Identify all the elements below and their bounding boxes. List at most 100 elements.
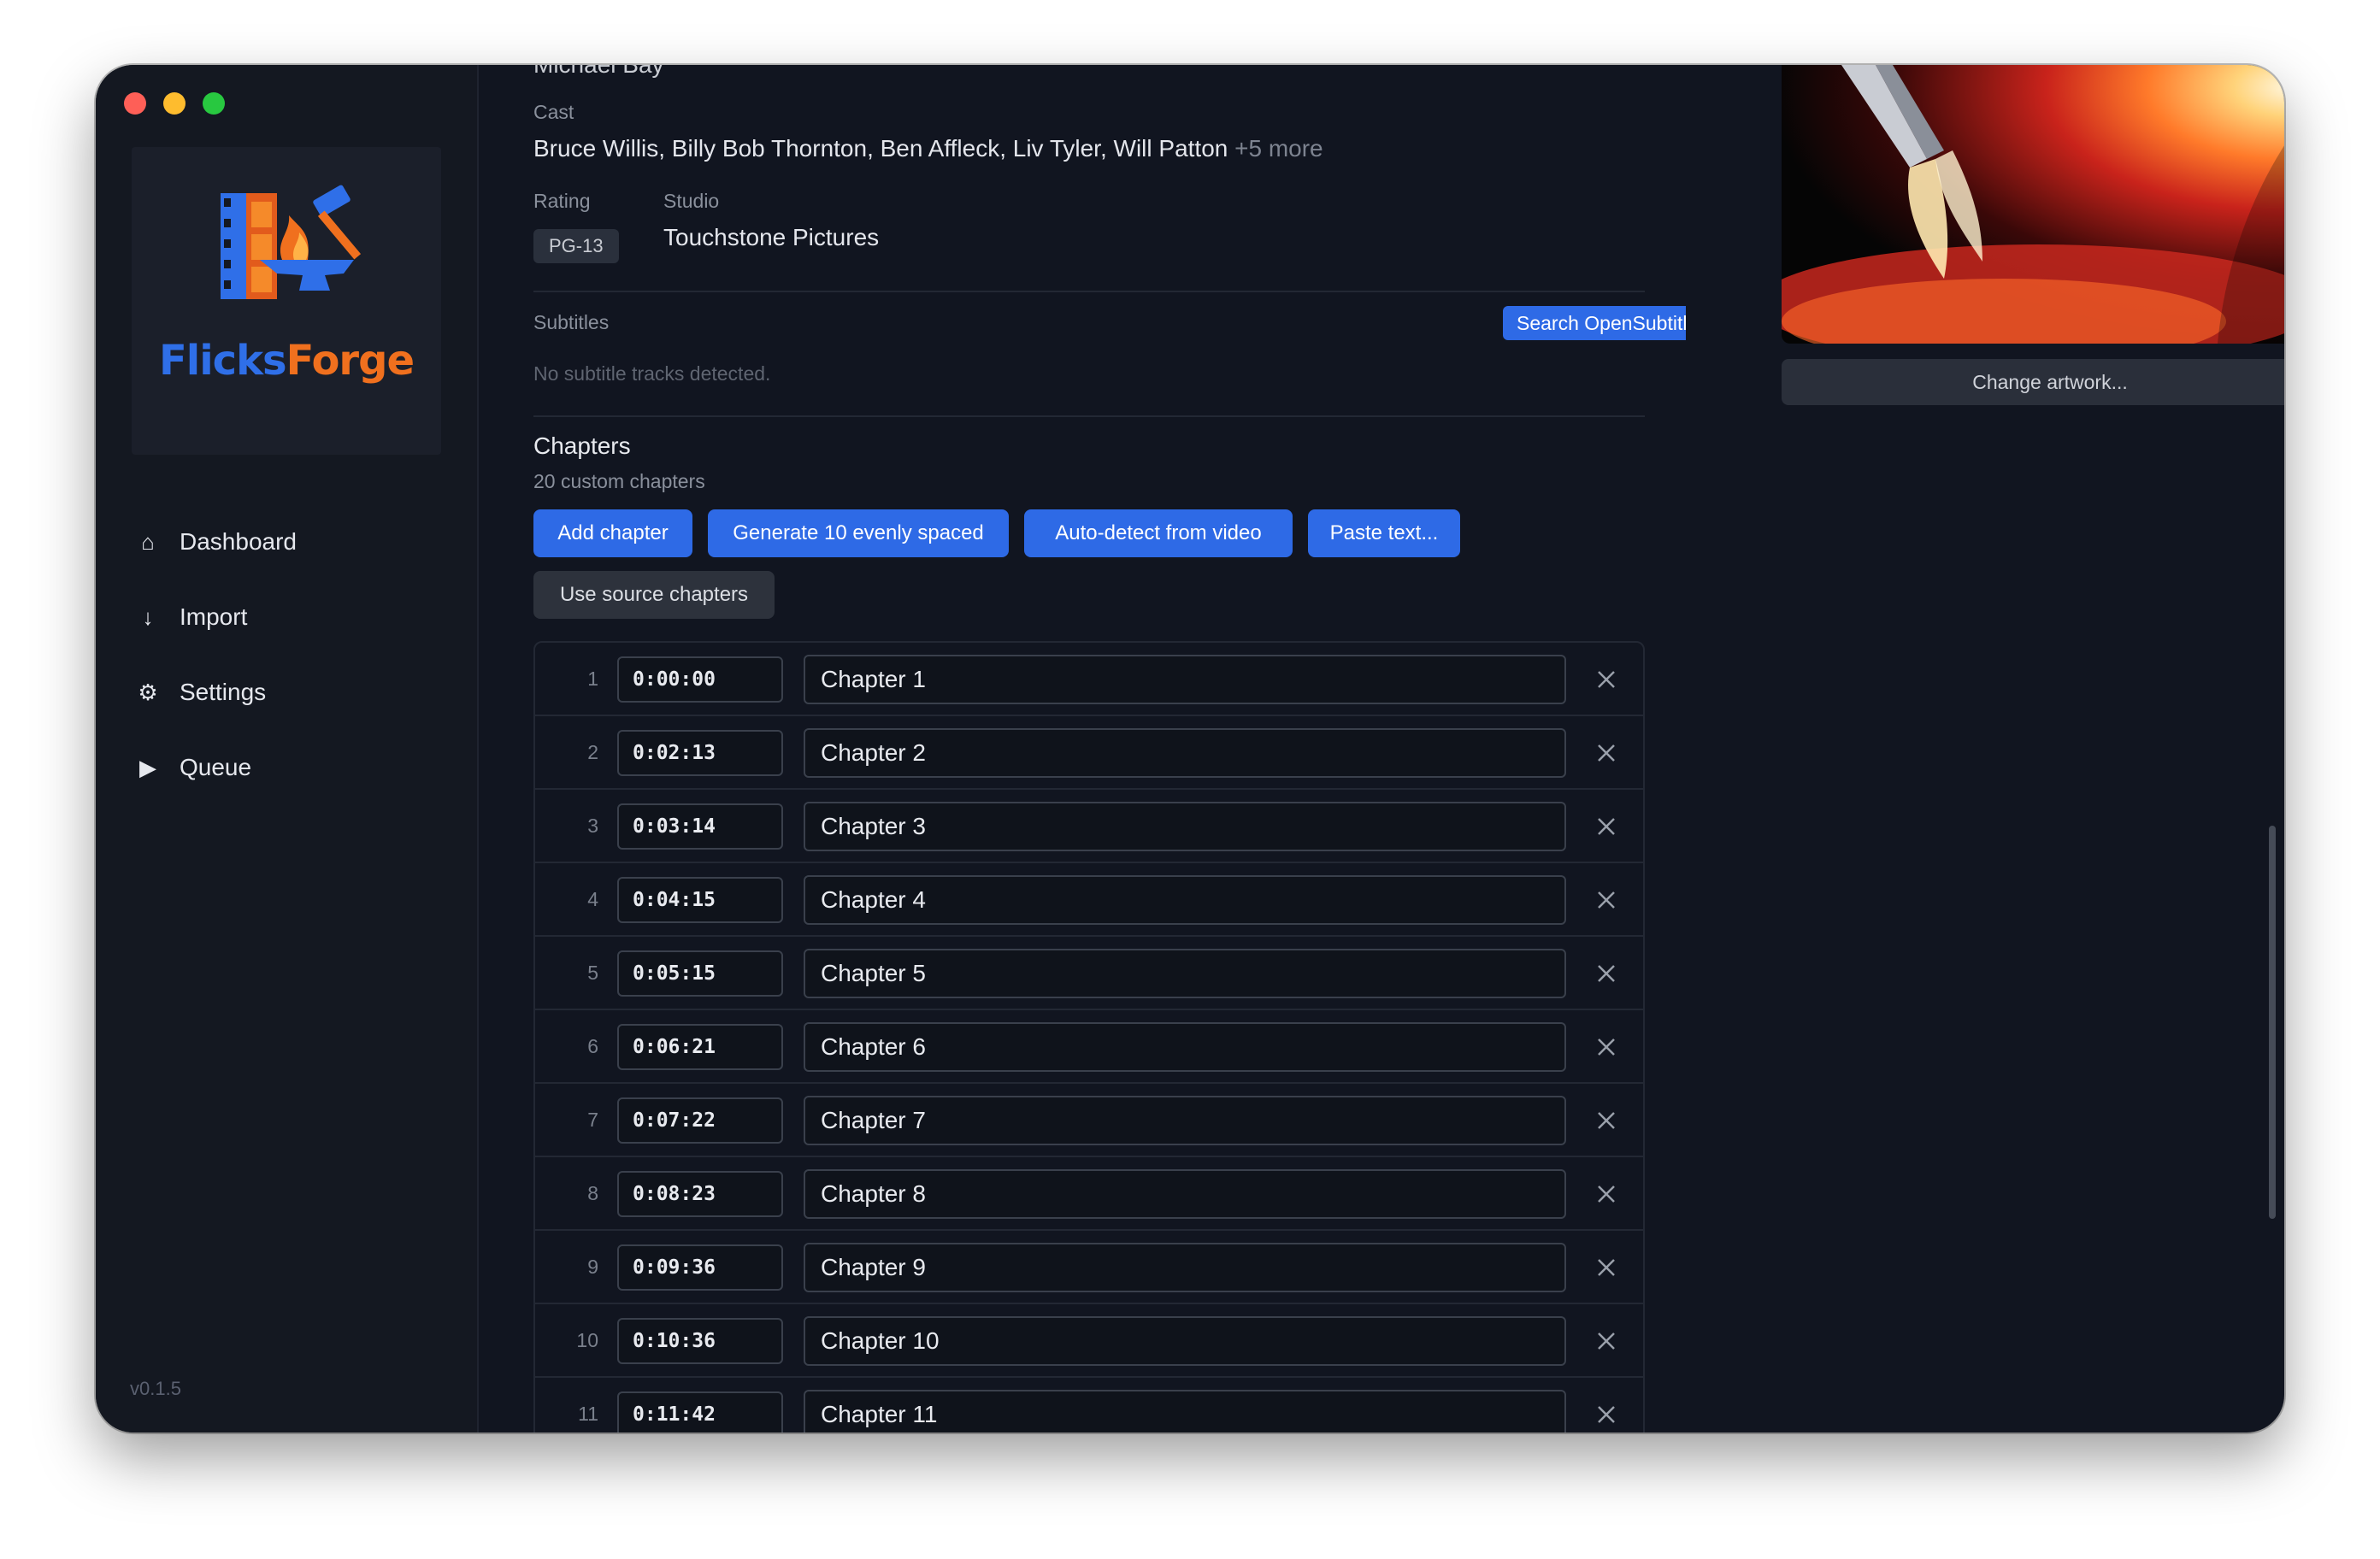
studio-value: Touchstone Pictures: [663, 224, 880, 250]
chapter-title-input[interactable]: Chapter 7: [804, 1096, 1566, 1145]
sidebar-item-settings[interactable]: ⚙ Settings: [135, 667, 266, 718]
chapter-list: 1 0:00:00 Chapter 1 2 0:02:13 Chapter 2 3 0:03:…: [533, 641, 1645, 1433]
chapter-title-input[interactable]: Chapter 10: [804, 1316, 1566, 1366]
close-icon[interactable]: [1592, 812, 1621, 841]
chapter-number: 2: [587, 741, 598, 763]
chapter-number: 4: [587, 888, 598, 910]
chapter-title-input[interactable]: Chapter 8: [804, 1169, 1566, 1219]
chapter-time-input[interactable]: 0:09:36: [617, 1244, 783, 1291]
chapter-title-input[interactable]: Chapter 9: [804, 1243, 1566, 1292]
close-icon[interactable]: [1592, 1253, 1621, 1282]
logo-text-flicks: Flicks: [158, 337, 287, 385]
logo-text-forge: Forge: [286, 337, 415, 385]
close-icon[interactable]: [1592, 738, 1621, 768]
chapter-row: 1 0:00:00 Chapter 1: [535, 643, 1643, 716]
home-icon: ⌂: [141, 528, 155, 555]
chapter-title-input[interactable]: Chapter 1: [804, 655, 1566, 704]
chapter-time-input[interactable]: 0:04:15: [617, 877, 783, 923]
zoom-window-button[interactable]: [203, 92, 225, 115]
chapter-number: 10: [576, 1329, 598, 1351]
cast-list: Bruce Willis, Billy Bob Thornton, Ben Af…: [533, 135, 1228, 162]
sidebar-item-dashboard[interactable]: ⌂ Dashboard: [135, 516, 297, 568]
close-window-button[interactable]: [124, 92, 146, 115]
sidebar: FlicksForge ⌂ Dashboard ↓ Import ⚙ Setti…: [96, 65, 479, 1433]
sidebar-item-label: Queue: [180, 754, 252, 780]
chapter-title-input[interactable]: Chapter 3: [804, 802, 1566, 851]
chapter-row: 11 0:11:42 Chapter 11: [535, 1378, 1643, 1433]
chapter-title-input[interactable]: Chapter 6: [804, 1022, 1566, 1072]
close-icon[interactable]: [1592, 665, 1621, 694]
rating-label: Rating: [533, 190, 591, 212]
main-content: Michael Bay Cast Bruce Willis, Billy Bob…: [479, 65, 1686, 1433]
sidebar-item-label: Import: [180, 603, 248, 630]
chapters-subtitle: 20 custom chapters: [533, 470, 705, 492]
chapter-time-input[interactable]: 0:07:22: [617, 1097, 783, 1144]
chapter-title-input[interactable]: Chapter 4: [804, 875, 1566, 925]
chapter-time-input[interactable]: 0:10:36: [617, 1318, 783, 1364]
close-icon[interactable]: [1592, 1400, 1621, 1429]
chapter-title-input[interactable]: Chapter 11: [804, 1390, 1566, 1433]
close-icon[interactable]: [1592, 1180, 1621, 1209]
use-source-chapters-button[interactable]: Use source chapters: [533, 571, 775, 619]
chapter-row: 6 0:06:21 Chapter 6: [535, 1010, 1643, 1084]
forge-logo-icon: [221, 185, 362, 299]
rocket-artwork-icon: [1782, 65, 2284, 344]
chapter-time-input[interactable]: 0:02:13: [617, 730, 783, 776]
sidebar-item-queue[interactable]: ▶ Queue: [135, 742, 251, 793]
chapter-time-input[interactable]: 0:06:21: [617, 1024, 783, 1070]
chapter-number: 1: [587, 668, 598, 690]
chapter-row: 3 0:03:14 Chapter 3: [535, 790, 1643, 863]
close-icon[interactable]: [1592, 885, 1621, 915]
cast-more-link[interactable]: +5 more: [1234, 135, 1323, 162]
divider: [533, 415, 1645, 417]
chapter-time-input[interactable]: 0:11:42: [617, 1391, 783, 1433]
generate-evenly-spaced-button[interactable]: Generate 10 evenly spaced: [708, 509, 1009, 557]
app-version: v0.1.5: [130, 1378, 181, 1399]
sidebar-item-label: Dashboard: [180, 528, 297, 555]
chapter-number: 9: [587, 1256, 598, 1278]
close-icon[interactable]: [1592, 1327, 1621, 1356]
chapter-number: 7: [587, 1109, 598, 1131]
rating-badge: PG-13: [533, 229, 619, 263]
chapter-row: 2 0:02:13 Chapter 2: [535, 716, 1643, 790]
chapter-number: 11: [578, 1403, 598, 1425]
sidebar-item-import[interactable]: ↓ Import: [135, 591, 248, 643]
chapter-number: 8: [587, 1182, 598, 1204]
close-icon[interactable]: [1592, 959, 1621, 988]
chapter-time-input[interactable]: 0:08:23: [617, 1171, 783, 1217]
cast-label: Cast: [533, 101, 574, 123]
chapter-time-input[interactable]: 0:05:15: [617, 950, 783, 997]
subtitles-label: Subtitles: [533, 311, 610, 333]
close-icon[interactable]: [1592, 1032, 1621, 1062]
arrow-down-icon: ↓: [142, 603, 154, 630]
chapter-row: 10 0:10:36 Chapter 10: [535, 1304, 1643, 1378]
chapter-row: 8 0:08:23 Chapter 8: [535, 1157, 1643, 1231]
subtitles-empty-message: No subtitle tracks detected.: [533, 362, 771, 385]
chapter-row: 9 0:09:36 Chapter 9: [535, 1231, 1643, 1304]
chapter-title-input[interactable]: Chapter 5: [804, 949, 1566, 998]
artwork-panel: Change artwork...: [1686, 65, 2284, 1433]
divider: [533, 291, 1645, 292]
change-artwork-button[interactable]: Change artwork...: [1782, 359, 2284, 405]
auto-detect-button[interactable]: Auto-detect from video: [1024, 509, 1293, 557]
paste-text-button[interactable]: Paste text...: [1308, 509, 1460, 557]
chapter-time-input[interactable]: 0:00:00: [617, 656, 783, 703]
chapter-title-input[interactable]: Chapter 2: [804, 728, 1566, 778]
chapter-number: 3: [587, 815, 598, 837]
search-opensubtitles-button[interactable]: Search OpenSubtitles: [1503, 306, 1686, 340]
app-logo: FlicksForge: [132, 147, 441, 455]
gear-icon: ⚙: [138, 679, 158, 705]
app-logo-text: FlicksForge: [132, 337, 441, 385]
chapters-title: Chapters: [533, 432, 631, 459]
main-scrollbar[interactable]: [2269, 826, 2276, 1219]
movie-poster: [1782, 65, 2284, 344]
minimize-window-button[interactable]: [163, 92, 186, 115]
play-icon: ▶: [139, 754, 156, 780]
chapter-row: 5 0:05:15 Chapter 5: [535, 937, 1643, 1010]
chapter-row: 4 0:04:15 Chapter 4: [535, 863, 1643, 937]
chapter-number: 5: [587, 962, 598, 984]
director-value: Michael Bay: [533, 65, 664, 79]
add-chapter-button[interactable]: Add chapter: [533, 509, 692, 557]
close-icon[interactable]: [1592, 1106, 1621, 1135]
chapter-time-input[interactable]: 0:03:14: [617, 803, 783, 850]
